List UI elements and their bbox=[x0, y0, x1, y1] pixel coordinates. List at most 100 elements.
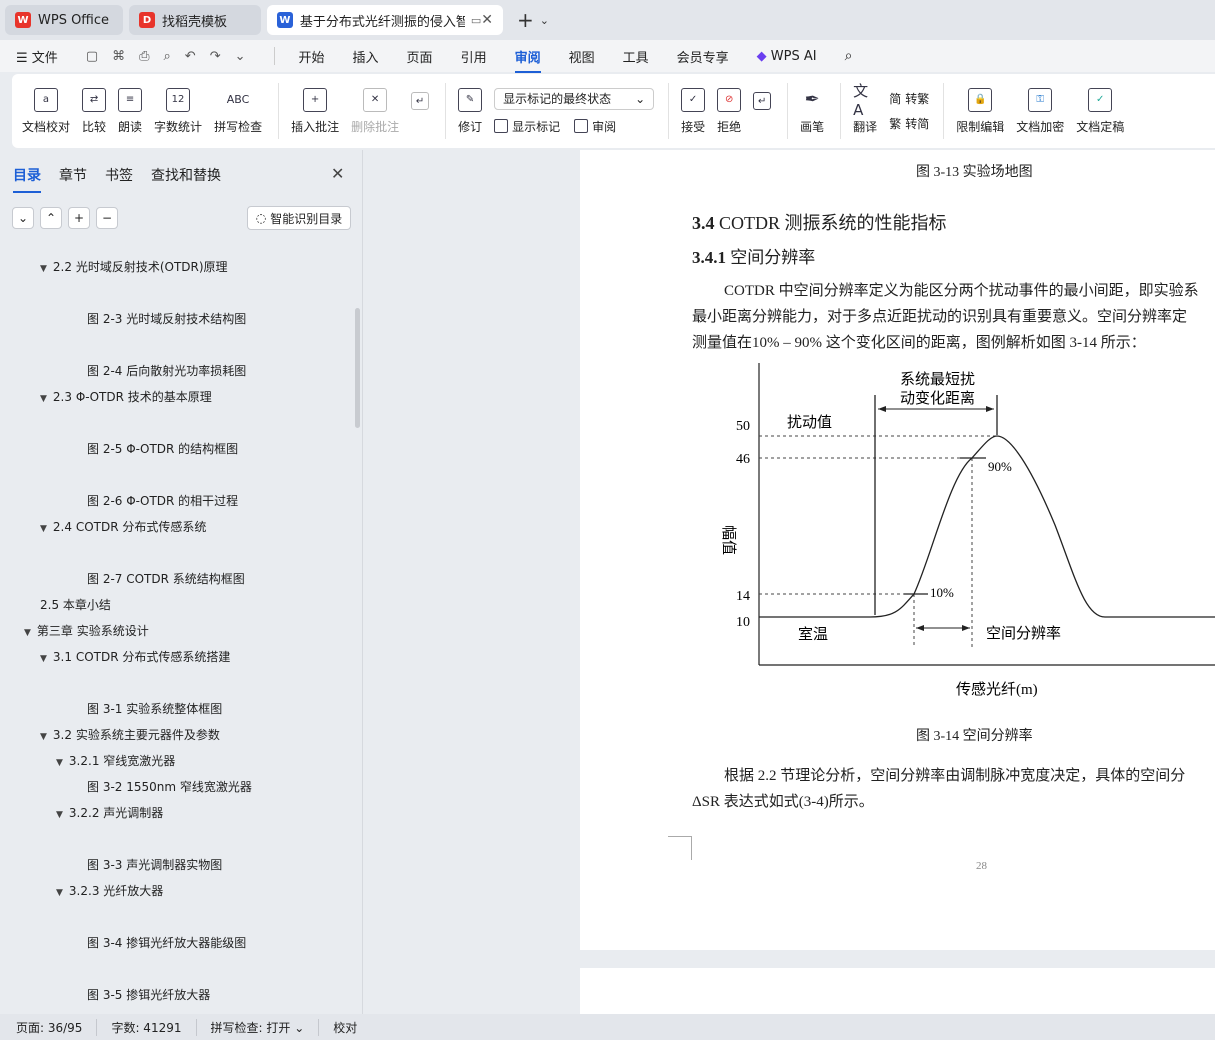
caret-down-icon[interactable]: ▼ bbox=[40, 732, 47, 742]
menu-home[interactable]: 开始 bbox=[299, 47, 325, 66]
caret-down-icon[interactable]: ▼ bbox=[40, 394, 47, 404]
caret-down-icon[interactable]: ▼ bbox=[56, 888, 63, 898]
toc-item[interactable]: ▼ 2.4 COTDR 分布式传感系统 bbox=[40, 518, 206, 535]
smart-toc-button[interactable]: ◌ 智能识别目录 bbox=[247, 206, 351, 230]
chevron-down-icon[interactable]: ⌄ bbox=[540, 14, 549, 27]
print-preview-icon[interactable]: ⌕ bbox=[164, 49, 171, 64]
to-simplified-button[interactable]: 繁转简 bbox=[889, 115, 929, 132]
menu-insert[interactable]: 插入 bbox=[353, 47, 379, 66]
expand-down-icon[interactable]: ⌄ bbox=[12, 207, 34, 229]
tab-toc[interactable]: 目录 bbox=[13, 165, 41, 193]
toc-item[interactable]: ▼ 第三章 实验系统设计 bbox=[24, 622, 149, 639]
encrypt-button[interactable]: ⚿ 文档加密 bbox=[1016, 87, 1064, 135]
toc-item[interactable]: 图 2-5 Φ-OTDR 的结构框图 bbox=[87, 440, 238, 457]
reject-button[interactable]: ⊘ 拒绝 bbox=[717, 87, 741, 135]
caret-down-icon[interactable]: ▼ bbox=[56, 810, 63, 820]
show-markup-button[interactable]: 显示标记 bbox=[494, 118, 560, 135]
toc-item[interactable]: 图 2-3 光时域反射技术结构图 bbox=[87, 310, 246, 327]
delete-comment-button[interactable]: ✕ 删除批注 bbox=[351, 87, 399, 135]
markup-state-select[interactable]: 显示标记的最终状态 ⌄ bbox=[494, 87, 655, 110]
tab-current-document[interactable]: W 基于分布式光纤测振的侵入智能 ▭ ✕ bbox=[267, 5, 503, 35]
toc-item[interactable]: 图 3-5 掺铒光纤放大器 bbox=[87, 986, 210, 1003]
revise-button[interactable]: ✎ 修订 bbox=[458, 87, 482, 135]
share-icon[interactable]: ⌘ bbox=[112, 49, 125, 64]
close-pane-icon[interactable]: ✕ bbox=[331, 164, 344, 183]
page-indicator[interactable]: 页面: 36/95 bbox=[16, 1018, 98, 1036]
word-count-indicator[interactable]: 字数: 41291 bbox=[111, 1018, 197, 1036]
remove-item-icon[interactable]: − bbox=[96, 207, 118, 229]
translate-button[interactable]: 文A 翻译 bbox=[853, 82, 877, 135]
toc-item[interactable]: ▼ 3.1 COTDR 分布式传感系统搭建 bbox=[40, 648, 230, 665]
caret-down-icon[interactable]: ▼ bbox=[40, 524, 47, 534]
tab-docer-templates[interactable]: D 找稻壳模板 bbox=[129, 5, 261, 35]
menu-review[interactable]: 审阅 bbox=[514, 47, 541, 73]
toc-item[interactable]: ▼ 3.2.3 光纤放大器 bbox=[56, 882, 163, 899]
toc-scrollbar[interactable] bbox=[355, 308, 360, 428]
spell-check-button[interactable]: ABC 拼写检查 bbox=[214, 88, 262, 135]
tab-wps-office[interactable]: W WPS Office bbox=[5, 5, 123, 35]
tab-chapters[interactable]: 章节 bbox=[59, 165, 87, 185]
toc-item[interactable]: 2.5 本章小结 bbox=[40, 596, 111, 613]
toc-item[interactable]: ▼ 3.2.2 声光调制器 bbox=[56, 804, 163, 821]
caret-down-icon[interactable]: ▼ bbox=[56, 758, 63, 768]
caret-down-icon[interactable]: ▼ bbox=[24, 628, 31, 638]
toc-item[interactable]: ▼ 3.2.1 窄线宽激光器 bbox=[56, 752, 175, 769]
paragraph-line[interactable]: 最小距离分辨能力，对于多点近距扰动的识别具有重要意义。空间分辨率定 bbox=[692, 304, 1187, 330]
menu-tools[interactable]: 工具 bbox=[623, 47, 649, 66]
print-icon[interactable]: ⎙ bbox=[139, 49, 149, 64]
toc-item[interactable]: ▼ 2.2 光时域反射技术(OTDR)原理 bbox=[40, 258, 228, 275]
more-chevron-icon[interactable]: ⌄ bbox=[235, 49, 246, 64]
review-pane-icon bbox=[574, 119, 589, 133]
toc-item[interactable]: ▼ 3.2 实验系统主要元器件及参数 bbox=[40, 726, 220, 743]
caret-down-icon[interactable]: ▼ bbox=[40, 654, 47, 664]
menu-page[interactable]: 页面 bbox=[407, 47, 433, 66]
toc-item[interactable]: 图 3-1 实验系统整体框图 bbox=[87, 700, 222, 717]
finalize-button[interactable]: ✓ 文档定稿 bbox=[1076, 87, 1124, 135]
search-icon[interactable]: ⌕ bbox=[845, 48, 853, 64]
draw-button[interactable]: ✒ 画笔 bbox=[800, 88, 824, 135]
tab-bookmarks[interactable]: 书签 bbox=[105, 165, 133, 185]
toc-item[interactable]: 图 3-3 声光调制器实物图 bbox=[87, 856, 222, 873]
toc-item[interactable]: 图 3-4 掺铒光纤放大器能级图 bbox=[87, 934, 246, 951]
menu-references[interactable]: 引用 bbox=[461, 47, 487, 66]
add-item-icon[interactable]: + bbox=[68, 207, 90, 229]
comment-nav-button[interactable]: ↵ bbox=[411, 92, 430, 130]
collapse-up-icon[interactable]: ⌃ bbox=[40, 207, 62, 229]
toc-item[interactable]: ▼ 2.3 Φ-OTDR 技术的基本原理 bbox=[40, 388, 212, 405]
restrict-edit-button[interactable]: 🔒 限制编辑 bbox=[956, 87, 1004, 135]
toc-item[interactable]: 图 2-7 COTDR 系统结构框图 bbox=[87, 570, 245, 587]
paragraph-line[interactable]: 根据 2.2 节理论分析，空间分辨率由调制脉冲宽度决定，具体的空间分 bbox=[724, 763, 1185, 789]
new-tab-icon[interactable]: + bbox=[517, 8, 534, 32]
compare-button[interactable]: ⇄ 比较 bbox=[82, 87, 106, 135]
redo-icon[interactable]: ↷ bbox=[210, 49, 221, 64]
word-count-button[interactable]: 12 字数统计 bbox=[154, 87, 202, 135]
change-nav-button[interactable]: ↵ bbox=[753, 92, 772, 130]
tab-find-replace[interactable]: 查找和替换 bbox=[151, 165, 221, 185]
wps-ai-button[interactable]: ◆ WPS AI bbox=[757, 49, 817, 64]
traditional-icon: 简 bbox=[889, 92, 902, 106]
to-traditional-button[interactable]: 简转繁 bbox=[889, 90, 929, 107]
menu-membership[interactable]: 会员专享 bbox=[677, 47, 729, 66]
review-pane-button[interactable]: 审阅 bbox=[574, 118, 616, 135]
undo-icon[interactable]: ↶ bbox=[185, 49, 196, 64]
menu-view[interactable]: 视图 bbox=[569, 47, 595, 66]
insert-comment-button[interactable]: + 插入批注 bbox=[291, 87, 340, 135]
file-menu[interactable]: ☰ 文件 bbox=[16, 47, 58, 66]
close-tab-icon[interactable]: ✕ bbox=[481, 12, 493, 28]
translate-icon: 文A bbox=[853, 82, 869, 119]
save-icon[interactable]: ▢ bbox=[86, 49, 98, 64]
accept-button[interactable]: ✓ 接受 bbox=[681, 87, 705, 135]
doc-check-button[interactable]: a 文档校对 bbox=[22, 87, 70, 135]
paragraph-line[interactable]: COTDR 中空间分辨率定义为能区分两个扰动事件的最小间距，即实验系 bbox=[724, 278, 1199, 304]
toc-item[interactable]: 图 2-4 后向散射光功率损耗图 bbox=[87, 362, 246, 379]
insert-comment-label: 插入批注 bbox=[291, 119, 340, 134]
proofread-indicator[interactable]: 校对 bbox=[333, 1019, 371, 1036]
spell-check-indicator[interactable]: 拼写检查: 打开 ⌄ bbox=[211, 1018, 320, 1036]
toc-item[interactable]: 图 2-6 Φ-OTDR 的相干过程 bbox=[87, 492, 238, 509]
comment-nav-icon: ↵ bbox=[411, 92, 430, 110]
paragraph-line[interactable]: ΔSR 表达式如式(3-4)所示。 bbox=[692, 789, 874, 815]
toc-item[interactable]: 图 3-2 1550nm 窄线宽激光器 bbox=[87, 778, 252, 795]
caret-down-icon[interactable]: ▼ bbox=[40, 264, 47, 274]
read-aloud-button[interactable]: ≡ 朗读 bbox=[118, 87, 142, 135]
paragraph-line[interactable]: 测量值在10% – 90% 这个变化区间的距离，图例解析如图 3-14 所示： bbox=[692, 330, 1146, 356]
